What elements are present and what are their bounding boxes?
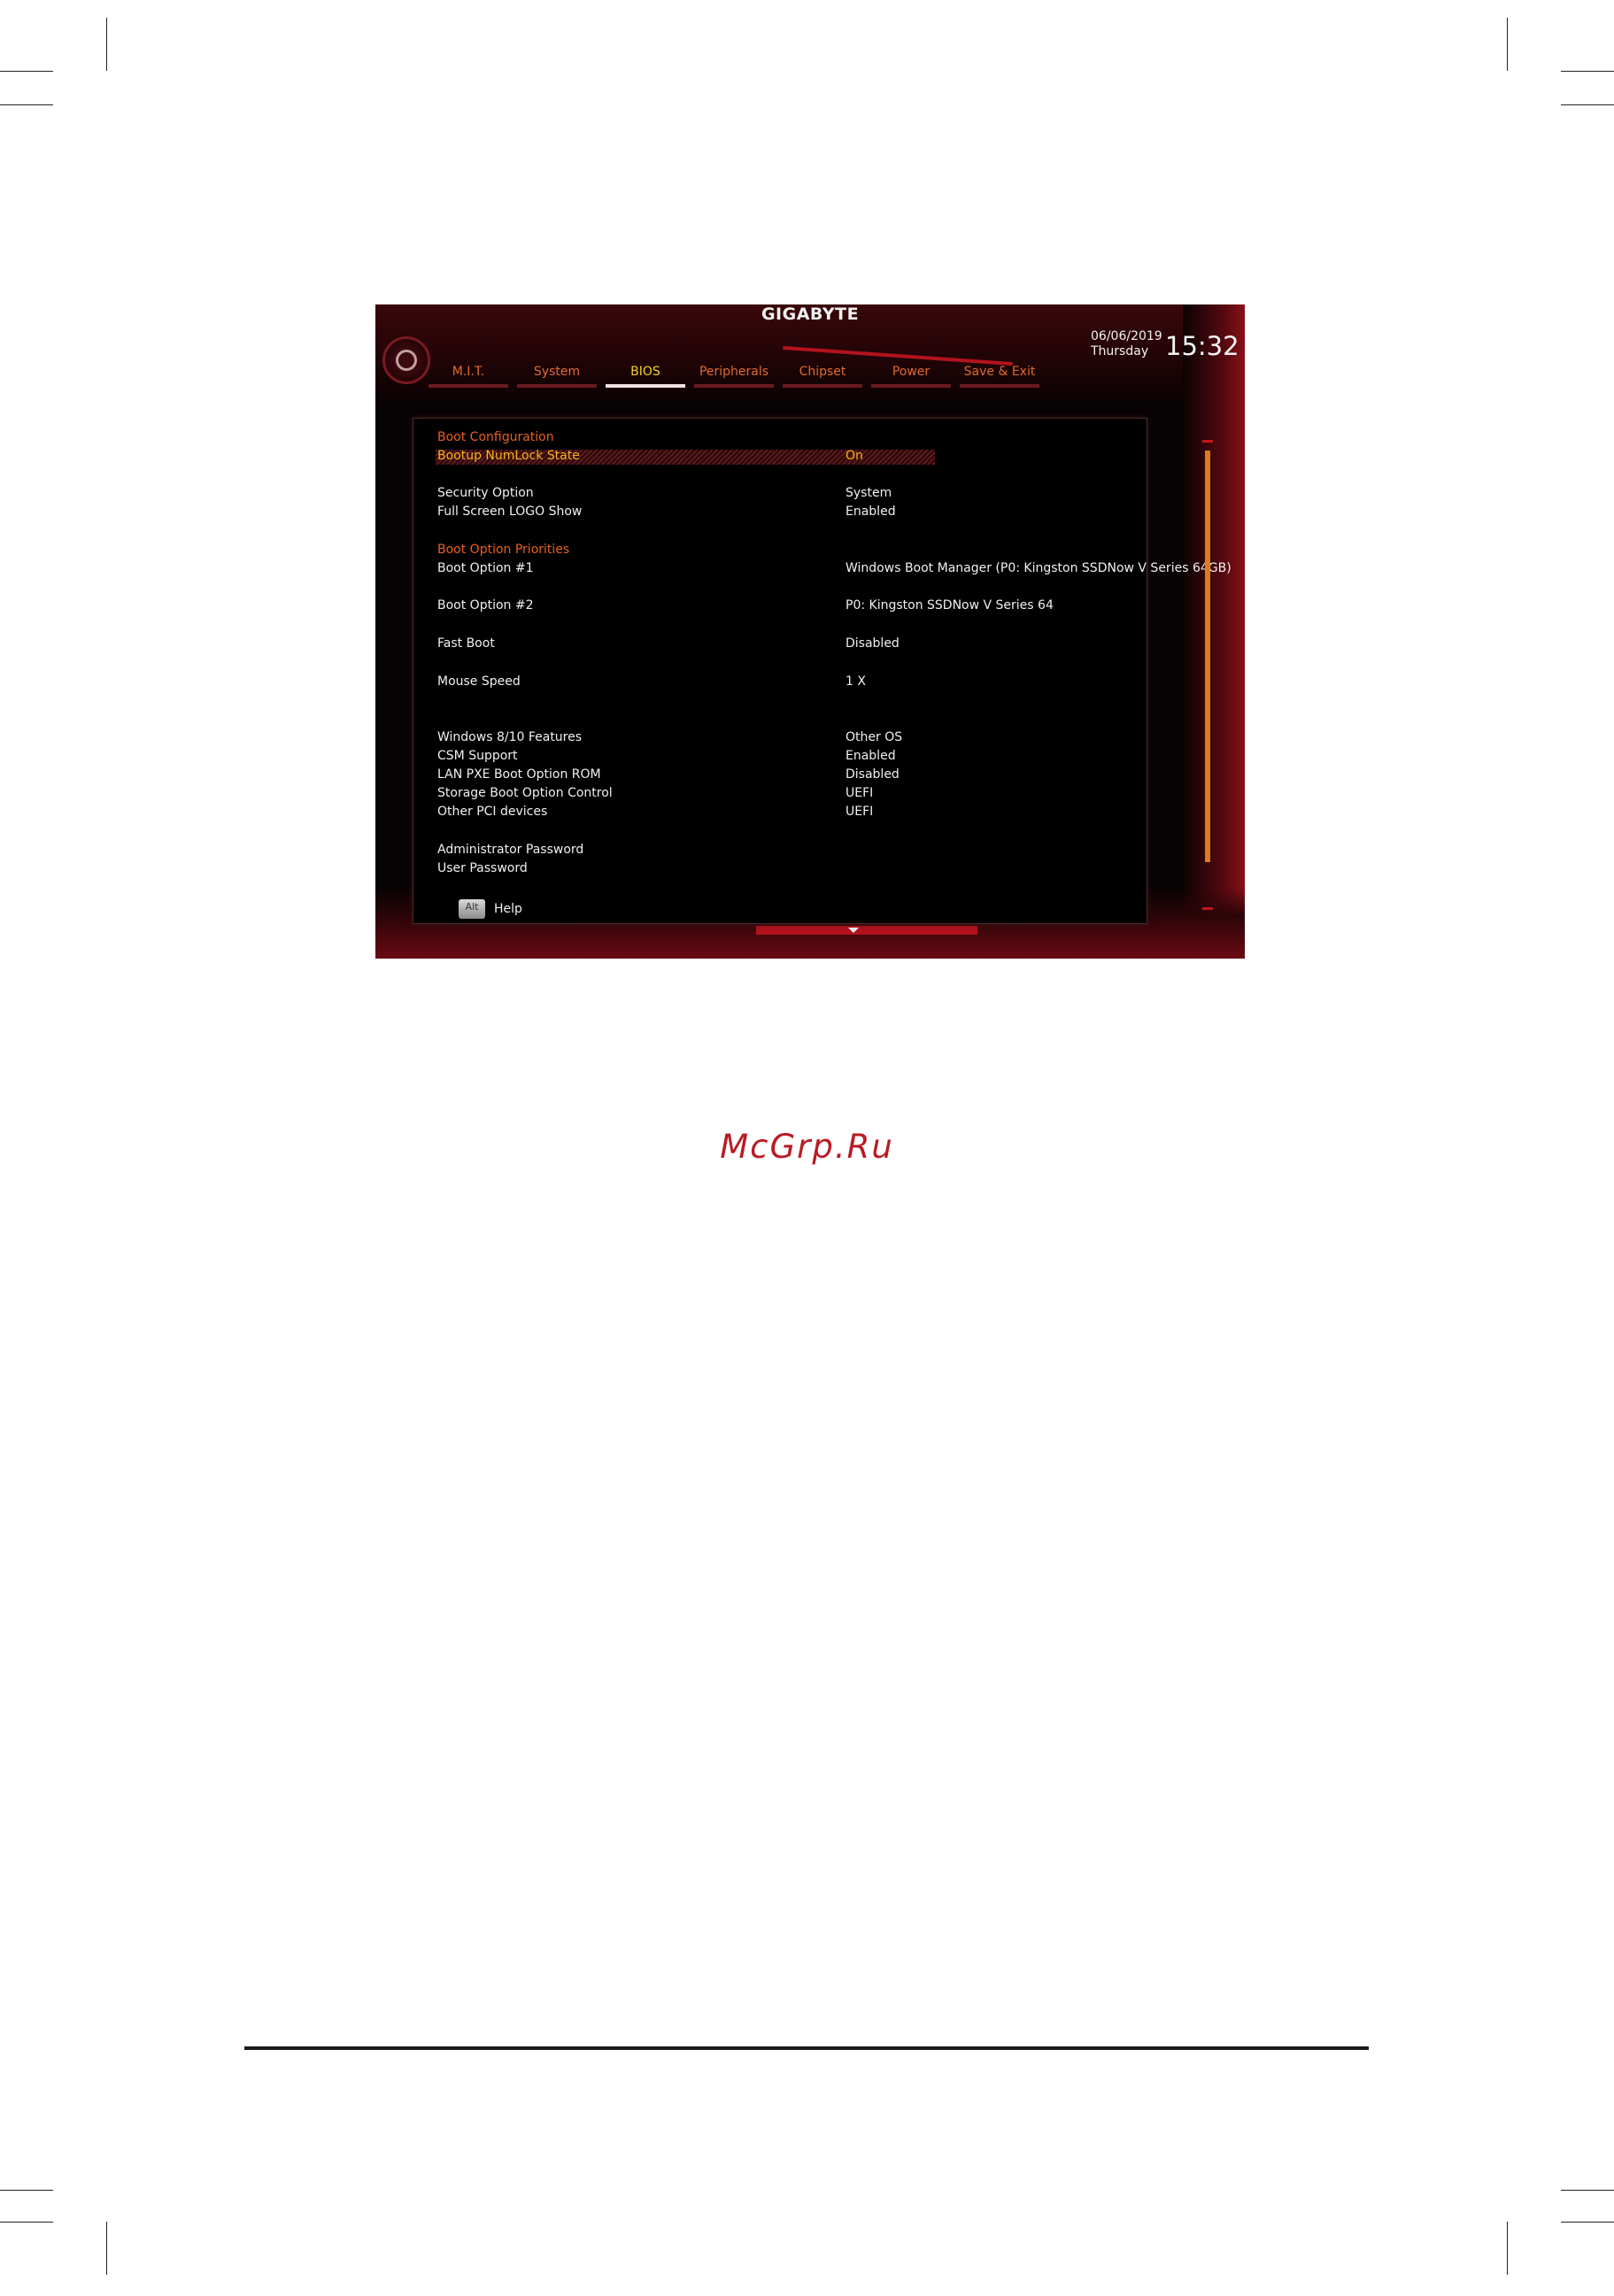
setting-label: LAN PXE Boot Option ROM: [437, 767, 601, 782]
setting-value: UEFI: [846, 786, 874, 800]
crop-mark: [1561, 2222, 1614, 2223]
tab-label: BIOS: [630, 365, 660, 379]
crop-mark: [1561, 71, 1614, 72]
day-text: Thursday: [1091, 344, 1149, 358]
tab-power[interactable]: Power: [871, 365, 951, 388]
crop-mark: [0, 71, 53, 72]
date-text: 06/06/2019: [1091, 329, 1162, 343]
setting-value: P0: Kingston SSDNow V Series 64: [846, 598, 1054, 613]
tab-label: Save & Exit: [963, 365, 1036, 379]
tab-bios[interactable]: BIOS: [606, 365, 685, 388]
date-display: 06/06/2019 Thursday: [1091, 329, 1162, 359]
setting-value: Disabled: [846, 767, 900, 782]
help-label: Help: [494, 902, 522, 916]
setting-value: Disabled: [846, 636, 900, 651]
setting-value: UEFI: [846, 805, 874, 819]
gear-icon: [382, 336, 430, 384]
setting-value: Windows Boot Manager (P0: Kingston SSDNo…: [846, 561, 1232, 575]
tab-label: M.I.T.: [452, 365, 485, 379]
scroll-thumb[interactable]: [1205, 451, 1210, 862]
tab-label: Peripherals: [699, 365, 769, 379]
setting-value: Enabled: [846, 749, 896, 763]
setting-label: Boot Option #1: [437, 561, 534, 575]
setting-label: Boot Option #2: [437, 598, 534, 613]
setting-value: On: [846, 449, 863, 463]
tab-label: Power: [892, 365, 931, 379]
tab-chipset[interactable]: Chipset: [783, 365, 862, 388]
scroll-cap-bottom: [1202, 907, 1213, 910]
alt-key-icon: Alt: [459, 899, 485, 919]
setting-value: System: [846, 486, 892, 500]
tab-label: Chipset: [799, 365, 846, 379]
section-boot-option-priorities: Boot Option Priorities: [437, 543, 570, 557]
setting-label: Fast Boot: [437, 636, 495, 651]
setting-value: 1 X: [846, 674, 866, 689]
section-boot-configuration: Boot Configuration: [437, 430, 554, 444]
footer-rule: [244, 2046, 1369, 2050]
setting-label: User Password: [437, 861, 528, 875]
right-glow: [1183, 304, 1245, 959]
decor-streak: [756, 926, 977, 935]
setting-label: CSM Support: [437, 749, 518, 763]
clock: 15:32: [1165, 331, 1239, 361]
main-tabs: M.I.T. System BIOS Peripherals Chipset P…: [429, 365, 1084, 397]
crop-mark: [1507, 18, 1508, 71]
setting-label: Security Option: [437, 486, 534, 500]
crop-mark: [1561, 2190, 1614, 2191]
tab-save-exit[interactable]: Save & Exit: [960, 365, 1039, 388]
setting-label: Other PCI devices: [437, 805, 548, 819]
scroll-down-arrow-icon[interactable]: [848, 928, 859, 933]
scroll-cap-top: [1202, 440, 1213, 443]
setting-value: Enabled: [846, 505, 896, 519]
setting-value: Other OS: [846, 730, 903, 744]
tab-mit[interactable]: M.I.T.: [429, 365, 508, 388]
setting-label: Bootup NumLock State: [437, 449, 580, 463]
crop-mark: [0, 2190, 53, 2191]
tab-peripherals[interactable]: Peripherals: [694, 365, 774, 388]
setting-label: Administrator Password: [437, 843, 584, 857]
setting-label: Storage Boot Option Control: [437, 786, 613, 800]
crop-mark: [0, 2222, 53, 2223]
bios-screen: GIGABYTE 06/06/2019 Thursday 15:32 M.I.T…: [375, 304, 1245, 959]
crop-mark: [106, 2222, 107, 2275]
tab-system[interactable]: System: [517, 365, 597, 388]
brand-logo: GIGABYTE: [761, 304, 860, 324]
help-hint[interactable]: Alt Help: [459, 899, 522, 919]
crop-mark: [1561, 104, 1614, 105]
setting-label: Windows 8/10 Features: [437, 730, 583, 744]
crop-mark: [106, 18, 107, 71]
watermark: McGrp.Ru: [720, 1128, 894, 1166]
crop-mark: [0, 104, 53, 105]
setting-label: Full Screen LOGO Show: [437, 505, 583, 519]
setting-label: Mouse Speed: [437, 674, 521, 689]
scrollbar[interactable]: [1202, 440, 1213, 911]
crop-mark: [1507, 2222, 1508, 2275]
tab-label: System: [533, 365, 581, 379]
